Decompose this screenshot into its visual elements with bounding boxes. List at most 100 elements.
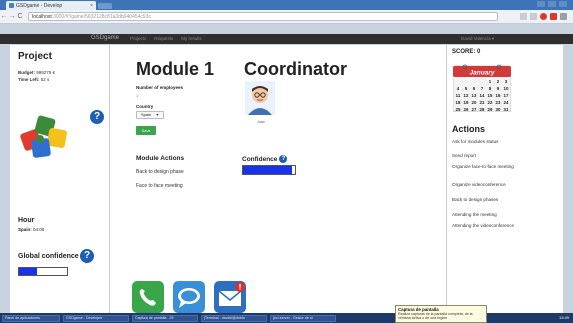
calendar-day: 18 xyxy=(456,100,461,105)
action-send-report[interactable]: Send report xyxy=(452,153,557,159)
hour-spain: Spain: 04:00 xyxy=(18,227,44,232)
actions-title: Actions xyxy=(452,124,486,134)
action-organize-videoconference[interactable]: Organize videoconference xyxy=(452,182,557,188)
browser-titlebar: GSDgame - Develop × xyxy=(0,0,573,10)
calendar-day: 19 xyxy=(464,100,469,105)
calendar-day: 14 xyxy=(480,93,485,98)
save-button[interactable]: Save xyxy=(136,126,156,135)
action-back-to-design[interactable]: Back to design phase xyxy=(136,169,184,175)
tooltip-body: Realiza capturas de la pantalla completa… xyxy=(398,312,473,320)
taskbar-item-browser[interactable]: GSDgame - Developer xyxy=(63,314,129,322)
chevron-down-icon: ▾ xyxy=(156,112,159,117)
module-panel: Module 1 Coordinator Number of employees… xyxy=(110,45,446,315)
action-back-to-design-phases[interactable]: Back to design phases xyxy=(452,197,557,203)
action-ask-modules-status[interactable]: Ask for modules status xyxy=(452,139,557,145)
country-label: Country xyxy=(136,104,154,109)
email-icon[interactable] xyxy=(214,281,246,313)
global-confidence-title: Global confidence xyxy=(18,253,79,260)
new-tab-button[interactable] xyxy=(98,3,112,9)
reload-button[interactable]: C xyxy=(16,13,24,20)
app-navbar: GSDgame Projects Requests My results Dav… xyxy=(0,34,573,44)
project-panel: Project Budget: 999279 € Time Left: 52 s… xyxy=(10,45,110,315)
confidence-fill xyxy=(243,166,292,174)
country-select[interactable]: Spain ▾ xyxy=(136,111,164,119)
os-taskbar: Panel de aplicaciones GSDgame - Develope… xyxy=(0,313,573,323)
calendar-day: 13 xyxy=(472,93,477,98)
action-organize-meeting[interactable]: Organize face-to-face meeting xyxy=(452,164,557,170)
calendar-day: 26 xyxy=(464,107,469,112)
minimize-button[interactable] xyxy=(537,1,545,7)
module-actions-title: Module Actions xyxy=(136,155,185,162)
calendar-day: 17 xyxy=(504,93,509,98)
user-menu[interactable]: David Valencia ▾ xyxy=(461,36,494,42)
confidence-heading: Confidence ? xyxy=(242,155,288,163)
score: SCORE: 0 xyxy=(452,49,481,55)
action-attending-videoconference[interactable]: Attending the videoconference xyxy=(452,223,557,229)
global-confidence-help-icon[interactable]: ? xyxy=(80,249,94,263)
calendar-day: 24 xyxy=(504,100,509,105)
action-face-to-face[interactable]: Face to face meeting xyxy=(136,183,183,189)
back-button[interactable]: ← xyxy=(0,13,8,20)
calendar-day: 12 xyxy=(464,93,469,98)
employees-label: Number of employees xyxy=(136,85,184,90)
time-left-value: 52 s xyxy=(40,77,50,82)
maximize-button[interactable] xyxy=(548,1,556,7)
confidence-help-icon[interactable]: ? xyxy=(279,155,288,163)
url-domain: localhost xyxy=(32,13,52,20)
confidence-bar xyxy=(242,165,296,175)
browser-toolbar: ← → C localhost :3000/#!/game/5632128c81… xyxy=(0,10,573,24)
phone-icon[interactable] xyxy=(132,281,164,313)
opera-icon[interactable] xyxy=(540,13,547,20)
project-help-icon[interactable]: ? xyxy=(90,110,104,124)
budget-value: 999279 € xyxy=(36,70,56,75)
brand-link[interactable]: GSDgame xyxy=(91,35,119,41)
calendar-day: 23 xyxy=(496,100,501,105)
calendar-day: 28 xyxy=(480,107,485,112)
extension-icon[interactable] xyxy=(530,13,537,20)
tab-close-icon[interactable]: × xyxy=(90,3,93,9)
taskbar-clock: 13:49 xyxy=(558,315,569,320)
browser-tab[interactable]: GSDgame - Develop × xyxy=(6,1,96,10)
employees-input[interactable]: 1 xyxy=(136,93,138,98)
taskbar-item-terminal[interactable]: [Terminal - davidd@debia xyxy=(201,314,267,322)
address-bar[interactable]: localhost :3000/#!/game/5632128c81a3db94… xyxy=(28,12,498,21)
menu-icon[interactable] xyxy=(560,13,567,20)
nav-menu: Projects Requests My results xyxy=(130,36,202,41)
taskbar-item-file-manager[interactable]: [ecl-server - Gestor de ar xyxy=(270,314,336,322)
sidebar-panel: SCORE: 0 January 1 2 3 4 5 6 7 8 9 10 11 12 13 14 15 16… xyxy=(446,45,563,315)
bookmark-star-icon[interactable] xyxy=(520,13,527,20)
time-left-line: Time Left: 52 s xyxy=(18,77,101,82)
forward-button[interactable]: → xyxy=(8,13,16,20)
budget-label: Budget: xyxy=(18,70,35,75)
project-title: Project xyxy=(18,51,52,62)
chat-icon[interactable] xyxy=(173,281,205,313)
close-window-button[interactable] xyxy=(559,1,567,7)
calendar-day: 31 xyxy=(504,107,509,112)
toolbar-extensions xyxy=(520,13,567,20)
taskbar-item-screenshot[interactable]: Captura de pantalla - 29 xyxy=(132,314,198,322)
taskbar-item-apps[interactable]: Panel de aplicaciones xyxy=(2,314,60,322)
calendar-day: 11 xyxy=(456,93,461,98)
calendar-day: 20 xyxy=(472,100,477,105)
url-path: :3000/#!/game/5632128c81a3db940454c93c xyxy=(51,13,151,20)
calendar-day: 21 xyxy=(480,100,485,105)
global-confidence-bar xyxy=(18,267,68,276)
coordinator-title: Coordinator xyxy=(244,59,347,79)
time-left-label: Time Left: xyxy=(18,77,40,82)
calendar-day: 22 xyxy=(488,100,493,105)
calendar-day: 27 xyxy=(472,107,477,112)
nav-item-requests[interactable]: Requests xyxy=(154,36,173,41)
hour-spain-label: Spain: xyxy=(18,227,32,232)
nav-item-projects[interactable]: Projects xyxy=(130,36,146,41)
action-attending-meeting[interactable]: Attending the meeting xyxy=(452,212,557,218)
hour-title: Hour xyxy=(18,217,35,224)
tab-title: GSDgame - Develop xyxy=(16,2,63,9)
confidence-title: Confidence xyxy=(242,155,278,163)
budget-line: Budget: 999279 € xyxy=(18,70,101,75)
extension-red-icon[interactable] xyxy=(550,13,557,20)
calendar-day: 10 xyxy=(504,86,509,91)
calendar-day: 16 xyxy=(496,93,501,98)
nav-item-my-results[interactable]: My results xyxy=(181,36,202,41)
window-controls xyxy=(537,1,567,7)
puzzle-icon xyxy=(20,115,67,158)
